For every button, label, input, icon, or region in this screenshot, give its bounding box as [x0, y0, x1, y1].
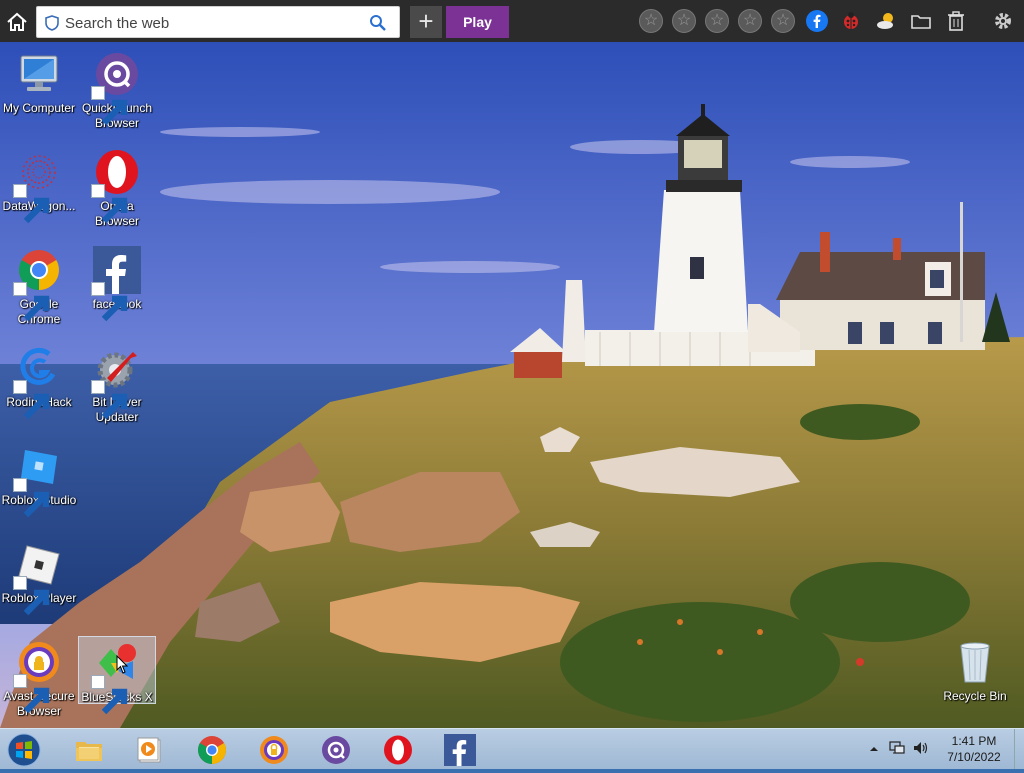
start-button[interactable] — [6, 732, 42, 768]
taskbar-facebook[interactable] — [440, 732, 480, 768]
roblox-player-icon — [13, 540, 63, 616]
shortcut-arrow-icon — [13, 184, 50, 224]
network-icon[interactable] — [888, 739, 906, 757]
shortcut-arrow-icon — [13, 674, 50, 714]
quicklaunch-browser-icon — [322, 736, 350, 764]
favorite-star-icon[interactable]: ☆ — [771, 9, 795, 33]
play-button[interactable]: Play — [446, 6, 509, 38]
desktop-icon-label: My Computer — [2, 101, 76, 115]
shortcut-arrow-icon — [91, 86, 128, 126]
quicklaunch-browser-icon — [91, 50, 141, 126]
favorite-star-icon[interactable]: ☆ — [738, 9, 762, 33]
weather-icon[interactable] — [875, 10, 897, 32]
file-explorer-icon — [76, 742, 102, 761]
favorite-star-icon[interactable]: ☆ — [639, 9, 663, 33]
search-input[interactable] — [63, 11, 367, 35]
desktop-icon-roblox-studio[interactable]: Roblox Studio — [0, 442, 78, 518]
taskbar-file-explorer[interactable] — [69, 732, 109, 768]
chrome-icon — [198, 736, 226, 764]
ladybug-icon[interactable] — [840, 10, 862, 32]
taskbar-avast-browser[interactable] — [254, 732, 294, 768]
chrome-icon — [13, 246, 63, 322]
rodinahack-icon — [13, 344, 63, 420]
desktop-icon-opera-browser[interactable]: Opera Browser — [78, 148, 156, 229]
desktop-icon-recycle-bin[interactable]: Recycle Bin — [936, 638, 1014, 704]
top-toolbar: + Play ☆ ☆ ☆ ☆ ☆ — [0, 0, 1024, 42]
desktop-icon-roblox-player[interactable]: Roblox Player — [0, 540, 78, 616]
clock-date: 7/10/2022 — [947, 750, 1001, 764]
taskbar-media-player[interactable] — [130, 732, 170, 768]
facebook-icon — [444, 734, 476, 766]
desktop-icon-avast-secure-browser[interactable]: Avast Secure Browser — [0, 638, 78, 719]
desktop-icon-facebook[interactable]: facebook — [78, 246, 156, 322]
clock-time: 1:41 PM — [951, 734, 997, 748]
taskbar-quicklaunch-browser[interactable] — [316, 732, 356, 768]
recycle-bin-icon — [951, 638, 999, 686]
avast-browser-icon — [260, 736, 288, 764]
facebook-icon[interactable] — [806, 10, 828, 32]
taskbar-clock[interactable]: 1:41 PM 7/10/2022 — [936, 733, 1012, 765]
search-box[interactable] — [36, 6, 400, 38]
desktop-icon-label: Recycle Bin — [943, 689, 1007, 703]
show-desktop-button[interactable] — [1014, 729, 1024, 769]
tray-expand-icon[interactable] — [868, 742, 880, 754]
shortcut-arrow-icon — [91, 184, 128, 224]
bit-driver-updater-icon — [91, 344, 141, 420]
avast-browser-icon — [13, 638, 63, 714]
shortcut-arrow-icon — [13, 380, 50, 420]
taskbar-chrome[interactable] — [192, 732, 232, 768]
home-icon[interactable] — [4, 9, 30, 35]
favorite-star-icon[interactable]: ☆ — [672, 9, 696, 33]
favorite-star-icon[interactable]: ☆ — [705, 9, 729, 33]
facebook-icon — [91, 246, 141, 322]
opera-icon — [91, 148, 141, 224]
desktop-icon-rodinahack[interactable]: RodinaHack — [0, 344, 78, 420]
media-player-icon — [137, 737, 161, 763]
gear-icon[interactable] — [992, 10, 1014, 32]
taskbar: 1:41 PM 7/10/2022 — [0, 728, 1024, 769]
desktop-icon-datawagon[interactable]: DataWagon... — [0, 148, 78, 224]
roblox-studio-icon — [13, 442, 63, 518]
desktop-icon-bit-driver-updater[interactable]: Bit Driver Updater — [78, 344, 156, 425]
system-tray — [866, 729, 930, 769]
shortcut-arrow-icon — [13, 478, 50, 518]
taskbar-opera[interactable] — [378, 732, 418, 768]
desktop-icon-google-chrome[interactable]: Google Chrome — [0, 246, 78, 327]
shortcut-arrow-icon — [91, 380, 128, 420]
shortcut-arrow-icon — [91, 675, 128, 715]
shield-icon — [45, 15, 59, 31]
desktop-icon-quicklaunch-browser[interactable]: QuickLaunch Browser — [78, 50, 156, 131]
volume-icon[interactable] — [912, 739, 930, 757]
search-icon[interactable] — [369, 14, 387, 32]
datawagon-icon — [13, 148, 63, 224]
opera-icon — [384, 735, 412, 765]
shortcut-arrow-icon — [91, 282, 128, 322]
folder-icon[interactable] — [910, 10, 932, 32]
my-computer-icon — [15, 50, 63, 98]
shortcut-arrow-icon — [13, 576, 50, 616]
trash-icon[interactable] — [945, 10, 967, 32]
mouse-cursor-icon — [116, 654, 130, 675]
shortcut-arrow-icon — [13, 282, 50, 322]
desktop-icon-my-computer[interactable]: My Computer — [0, 50, 78, 116]
add-tab-button[interactable]: + — [410, 6, 442, 38]
